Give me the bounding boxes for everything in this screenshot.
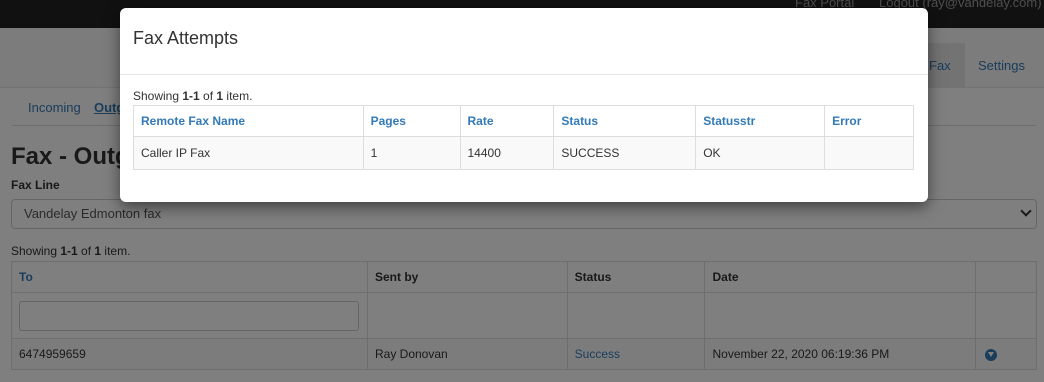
- cell-rate: 14400: [459, 136, 555, 170]
- cell-pages: 1: [362, 136, 461, 170]
- cell-error: [824, 136, 914, 170]
- table-row: Caller IP Fax 1 14400 SUCCESS OK: [133, 136, 914, 170]
- modal-results-summary: Showing 1-1 of 1 item.: [133, 89, 253, 103]
- column-header-remote-fax-name[interactable]: Remote Fax Name: [133, 105, 364, 137]
- modal-header: Fax Attempts: [120, 8, 928, 75]
- column-header-pages[interactable]: Pages: [362, 105, 461, 137]
- cell-status: SUCCESS: [553, 136, 697, 170]
- modal-title: Fax Attempts: [133, 28, 239, 48]
- cell-statusstr: OK: [695, 136, 826, 170]
- column-header-statusstr[interactable]: Statusstr: [695, 105, 826, 137]
- cell-remote-fax-name: Caller IP Fax: [133, 136, 364, 170]
- table-header-row: Remote Fax Name Pages Rate Status Status…: [133, 105, 914, 137]
- column-header-rate[interactable]: Rate: [459, 105, 555, 137]
- modal-body: Showing 1-1 of 1 item. Remote Fax Name P…: [120, 75, 928, 170]
- fax-attempts-table: Remote Fax Name Pages Rate Status Status…: [133, 105, 914, 170]
- column-header-error[interactable]: Error: [824, 105, 914, 137]
- column-header-status[interactable]: Status: [553, 105, 697, 137]
- fax-attempts-modal: Fax Attempts Showing 1-1 of 1 item. Remo…: [120, 8, 928, 202]
